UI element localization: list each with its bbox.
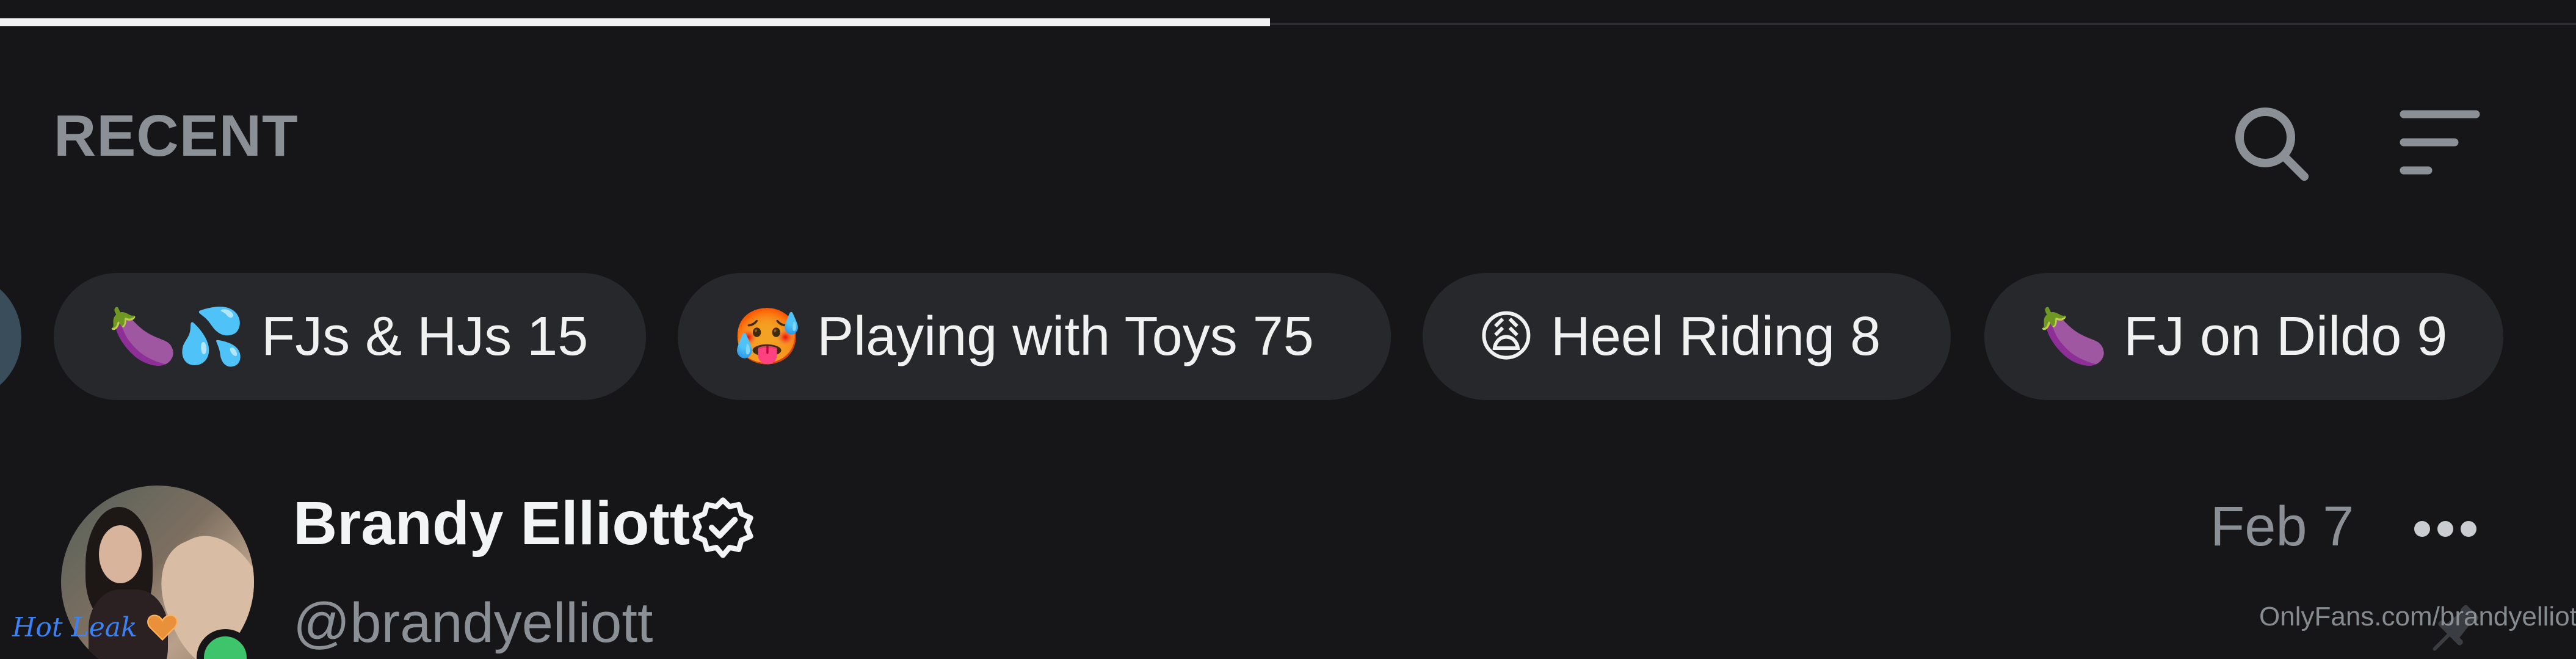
category-label: FJs & HJs xyxy=(261,305,512,367)
category-label: FJ on Dildo xyxy=(2124,305,2402,367)
tab-bar xyxy=(0,0,2576,27)
heart-icon xyxy=(147,614,178,641)
category-count: 8 xyxy=(1850,305,1881,367)
category-label: Heel Riding xyxy=(1550,305,1835,367)
active-tab-indicator xyxy=(0,18,1270,26)
watermark-left-text: Hot Leak xyxy=(12,611,137,643)
category-emoji: 🍆💦 xyxy=(109,304,246,369)
sort-button[interactable] xyxy=(2396,101,2482,186)
category-chip-heel-riding[interactable]: 😩 Heel Riding 8 xyxy=(1423,273,1951,400)
category-chip-toys[interactable]: 🥵 Playing with Toys 75 xyxy=(678,273,1391,400)
search-icon xyxy=(2235,107,2309,181)
poster-handle[interactable]: @brandyelliott xyxy=(293,591,653,655)
category-emoji: 🍆 xyxy=(2039,304,2108,369)
poster-name[interactable]: Brandy Elliott xyxy=(293,489,690,559)
post-date: Feb 7 xyxy=(2210,495,2354,558)
category-chip-partial[interactable] xyxy=(0,276,21,398)
more-options-button[interactable] xyxy=(2409,504,2482,553)
verified-icon xyxy=(692,497,753,558)
avatar-face xyxy=(99,525,142,583)
category-count: 9 xyxy=(2417,305,2448,367)
category-emoji: 😩 xyxy=(1478,304,1535,369)
category-count: 75 xyxy=(1252,305,1314,367)
section-title: RECENT xyxy=(54,103,299,169)
category-chip-fjs-hjs[interactable]: 🍆💦 FJs & HJs 15 xyxy=(54,273,646,400)
watermark-left: Hot Leak xyxy=(12,611,179,644)
category-emoji: 🥵 xyxy=(733,304,802,369)
watermark-right: OnlyFans.com/brandyelliott xyxy=(2259,602,2576,632)
category-label: Playing with Toys xyxy=(817,305,1238,367)
search-button[interactable] xyxy=(2229,101,2314,186)
category-chip-fj-on-dildo[interactable]: 🍆 FJ on Dildo 9 xyxy=(1984,273,2503,400)
category-count: 15 xyxy=(527,305,589,367)
more-icon xyxy=(2414,521,2476,537)
sort-icon xyxy=(2400,110,2480,175)
